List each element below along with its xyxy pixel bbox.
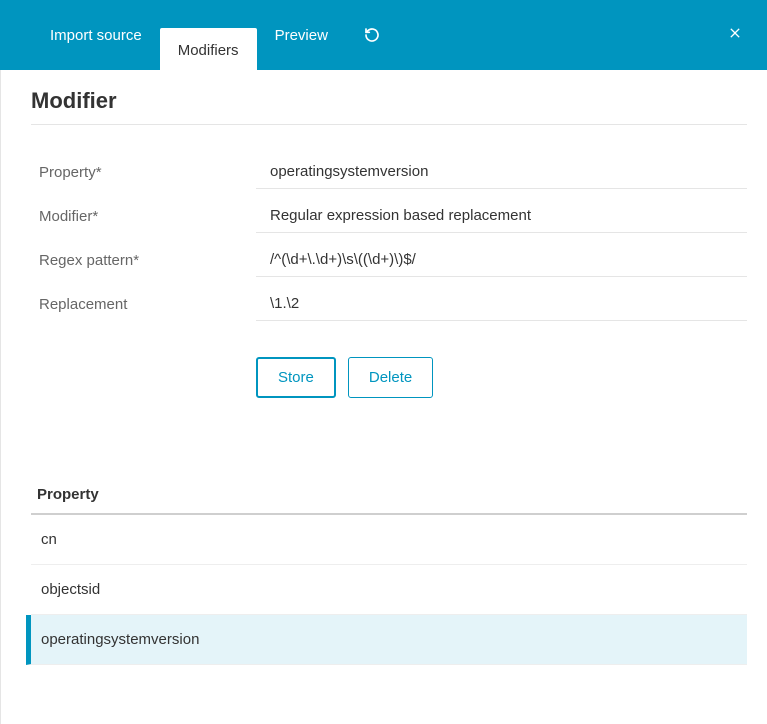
- label-regex-pattern: Regex pattern*: [31, 252, 256, 269]
- label-property: Property*: [31, 164, 256, 181]
- label-replacement: Replacement: [31, 296, 256, 313]
- table-header: Property: [31, 478, 747, 515]
- tab-modifiers[interactable]: Modifiers: [160, 28, 257, 70]
- tabs-container: Import source Modifiers Preview: [32, 0, 380, 70]
- page-title: Modifier: [31, 88, 747, 125]
- table-row[interactable]: cn: [31, 515, 747, 565]
- form-actions: Store Delete: [256, 357, 747, 398]
- close-icon[interactable]: [727, 25, 743, 46]
- content: Modifier Property* Modifier* Regex patte…: [0, 70, 767, 724]
- row-regex-pattern: Regex pattern*: [31, 243, 747, 277]
- table-row[interactable]: objectsid: [31, 565, 747, 615]
- input-replacement[interactable]: [256, 287, 747, 321]
- modifier-form: Property* Modifier* Regex pattern* Repla…: [31, 155, 747, 398]
- row-replacement: Replacement: [31, 287, 747, 321]
- row-property: Property*: [31, 155, 747, 189]
- table-row[interactable]: operatingsystemversion: [26, 615, 747, 665]
- table-body: cnobjectsidoperatingsystemversion: [31, 515, 747, 665]
- input-property[interactable]: [256, 155, 747, 189]
- row-modifier: Modifier*: [31, 199, 747, 233]
- tab-import-source[interactable]: Import source: [32, 17, 160, 53]
- label-modifier: Modifier*: [31, 208, 256, 225]
- input-regex-pattern[interactable]: [256, 243, 747, 277]
- property-table: Property cnobjectsidoperatingsystemversi…: [31, 478, 747, 665]
- input-modifier[interactable]: [256, 199, 747, 233]
- refresh-icon[interactable]: [364, 27, 380, 43]
- topbar: Import source Modifiers Preview: [0, 0, 767, 70]
- delete-button[interactable]: Delete: [348, 357, 433, 398]
- tab-preview[interactable]: Preview: [257, 17, 346, 53]
- store-button[interactable]: Store: [256, 357, 336, 398]
